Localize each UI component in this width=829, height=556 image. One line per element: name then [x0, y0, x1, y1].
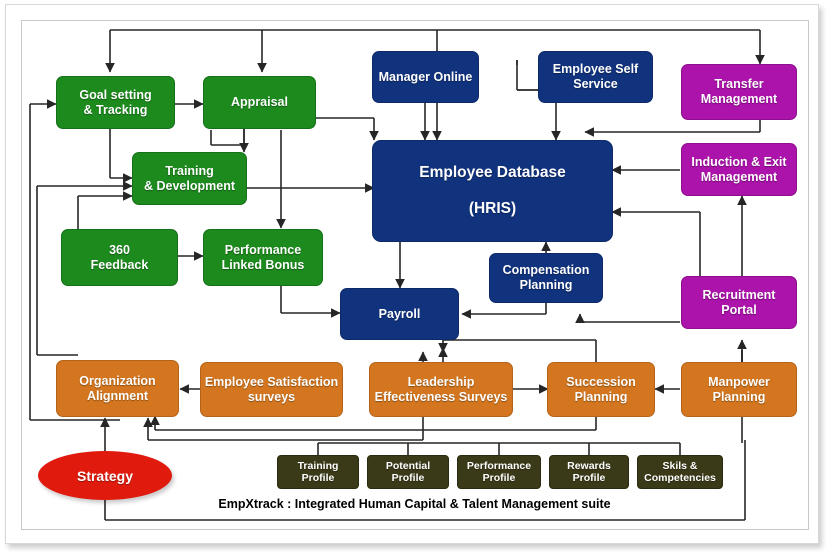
node-label: Payroll — [378, 306, 421, 321]
diagram-caption: EmpXtrack : Integrated Human Capital & T… — [218, 497, 611, 511]
node-label: Succession Planning — [566, 374, 636, 404]
node-label: Induction & Exit Management — [691, 154, 787, 184]
node-label: Employee Database (HRIS) — [419, 163, 566, 218]
node-label: 360 Feedback — [90, 242, 149, 272]
node-360-feedback[interactable]: 360 Feedback — [61, 229, 178, 286]
node-leadership-effectiveness-surveys[interactable]: Leadership Effectiveness Surveys — [369, 362, 513, 417]
node-performance-linked-bonus[interactable]: Performance Linked Bonus — [203, 229, 323, 286]
node-manpower-planning[interactable]: Manpower Planning — [681, 362, 797, 417]
node-employee-satisfaction-surveys[interactable]: Employee Satisfaction surveys — [200, 362, 343, 417]
node-label: Performance Profile — [466, 459, 532, 484]
node-label: Compensation Planning — [502, 263, 590, 292]
node-rewards-profile[interactable]: Rewards Profile — [549, 455, 629, 489]
node-label: Manager Online — [378, 69, 473, 84]
node-organization-alignment[interactable]: Organization Alignment — [56, 360, 179, 417]
node-label: Strategy — [76, 467, 134, 484]
node-payroll[interactable]: Payroll — [340, 288, 459, 340]
node-label: Recruitment Portal — [702, 287, 776, 317]
node-manager-online[interactable]: Manager Online — [372, 51, 479, 103]
node-performance-profile[interactable]: Performance Profile — [457, 455, 541, 489]
node-label: Transfer Management — [700, 77, 778, 106]
node-label: Training & Development — [144, 163, 235, 193]
node-compensation-planning[interactable]: Compensation Planning — [489, 253, 603, 303]
node-label: Performance Linked Bonus — [221, 242, 305, 272]
node-induction-exit-management[interactable]: Induction & Exit Management — [681, 143, 797, 196]
node-label: Employee Satisfaction surveys — [204, 374, 339, 404]
node-label: Skils & Competencies — [644, 459, 716, 484]
node-goal-setting-tracking[interactable]: Goal setting & Tracking — [56, 76, 175, 129]
node-training-development[interactable]: Training & Development — [132, 152, 247, 205]
diagram-screenshot: Goal setting & Tracking Appraisal Traini… — [0, 0, 829, 556]
node-label: Goal setting & Tracking — [79, 87, 152, 117]
diagram-canvas: Goal setting & Tracking Appraisal Traini… — [0, 0, 829, 556]
node-transfer-management[interactable]: Transfer Management — [681, 64, 797, 120]
node-label: Leadership Effectiveness Surveys — [374, 374, 508, 404]
node-label: Organization Alignment — [79, 373, 156, 403]
node-training-profile[interactable]: Training Profile — [277, 455, 359, 489]
node-label: Appraisal — [231, 95, 288, 110]
node-label: Employee Self Service — [552, 62, 639, 91]
node-label: Rewards Profile — [567, 459, 611, 484]
node-skills-competencies[interactable]: Skils & Competencies — [637, 455, 723, 489]
node-employee-self-service[interactable]: Employee Self Service — [538, 51, 653, 103]
node-appraisal[interactable]: Appraisal — [203, 76, 316, 129]
node-label: Potential Profile — [385, 459, 431, 484]
node-label: Training Profile — [297, 459, 339, 484]
node-strategy[interactable]: Strategy — [38, 451, 172, 500]
node-label: Manpower Planning — [708, 374, 770, 404]
node-employee-database-hris[interactable]: Employee Database (HRIS) — [372, 140, 613, 242]
node-potential-profile[interactable]: Potential Profile — [367, 455, 449, 489]
node-recruitment-portal[interactable]: Recruitment Portal — [681, 276, 797, 329]
node-succession-planning[interactable]: Succession Planning — [547, 362, 655, 417]
